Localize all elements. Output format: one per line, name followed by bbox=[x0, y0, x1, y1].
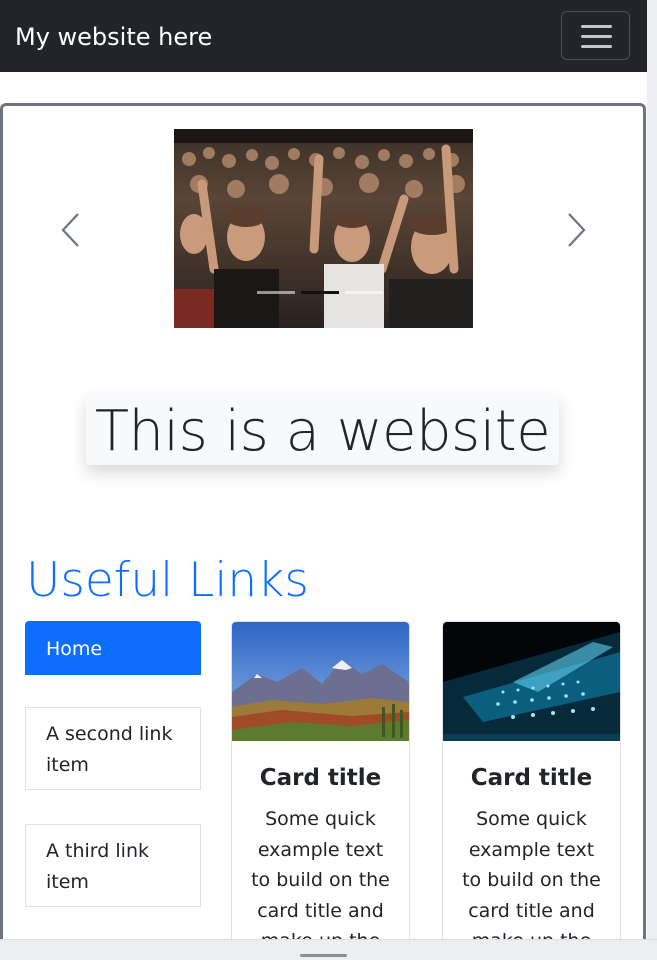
card-title: Card title bbox=[470, 765, 593, 791]
scrollbar-track[interactable] bbox=[647, 0, 657, 960]
chevron-right-icon bbox=[568, 213, 586, 247]
navbar-brand[interactable]: My website here bbox=[15, 19, 212, 55]
list-item-home[interactable]: Home bbox=[25, 621, 201, 675]
drag-handle[interactable] bbox=[300, 954, 347, 957]
list-item-third-link[interactable]: A third link item bbox=[25, 824, 201, 907]
card: Card title Some quick example text to bu… bbox=[231, 621, 410, 960]
carousel-indicator-1[interactable] bbox=[257, 291, 295, 294]
card-image bbox=[232, 622, 409, 741]
hero-heading: This is a website bbox=[94, 399, 551, 464]
hamburger-icon-bar bbox=[581, 45, 612, 48]
chevron-left-icon bbox=[61, 213, 79, 247]
card-title: Card title bbox=[259, 765, 382, 791]
card-text: Some quick example text to build on the … bbox=[251, 808, 390, 952]
carousel-indicator-3[interactable] bbox=[345, 291, 383, 294]
keyboard-light-image bbox=[443, 622, 620, 741]
list-item-second-link[interactable]: A second link item bbox=[25, 707, 201, 790]
card-text: Some quick example text to build on the … bbox=[462, 808, 601, 952]
carousel-indicators bbox=[257, 291, 383, 294]
hamburger-icon bbox=[581, 25, 612, 28]
hero-box: This is a website bbox=[86, 393, 559, 465]
hamburger-icon-bar bbox=[581, 35, 612, 38]
concert-crowd-image bbox=[174, 129, 473, 328]
main-container: This is a website Useful Links Home A se… bbox=[0, 103, 646, 960]
section-title: Useful Links bbox=[26, 553, 309, 608]
carousel-prev-button[interactable] bbox=[59, 210, 83, 250]
carousel-indicator-2[interactable] bbox=[301, 291, 339, 294]
carousel-image bbox=[174, 129, 473, 328]
card-image bbox=[443, 622, 620, 741]
navbar-toggler-button[interactable] bbox=[561, 11, 630, 60]
carousel-next-button[interactable] bbox=[564, 210, 588, 250]
mountain-landscape-image bbox=[232, 622, 409, 741]
card: Card title Some quick example text to bu… bbox=[442, 621, 621, 960]
page: My website here This is a website Useful… bbox=[0, 0, 657, 960]
navbar: My website here bbox=[0, 0, 647, 72]
